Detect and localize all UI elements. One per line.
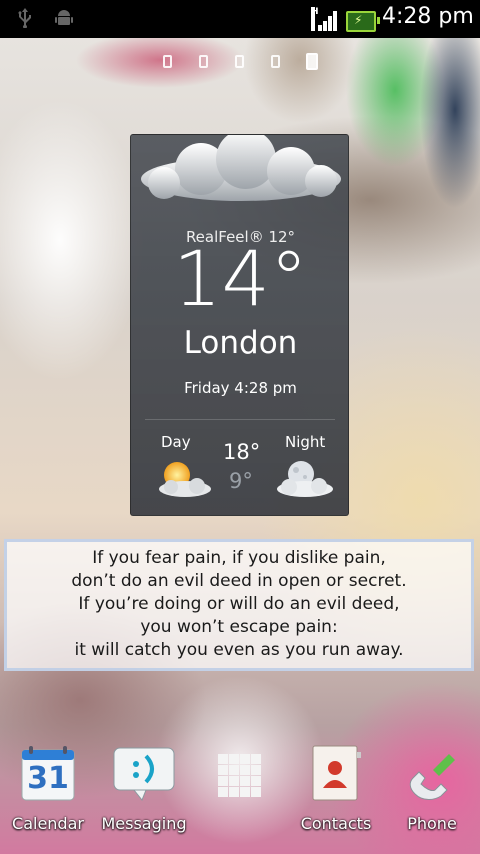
night-label: Night (285, 433, 326, 451)
contacts-label: Contacts (300, 814, 372, 833)
messaging-icon (112, 744, 176, 802)
quote-line: If you’re doing or will do an evil deed, (78, 594, 400, 614)
quote-line: it will catch you even as you run away. (74, 640, 404, 660)
current-temperature: 14° (173, 234, 308, 323)
page-dot-active (306, 53, 318, 70)
day-time: Friday 4:28 pm (184, 379, 297, 397)
moon-cloud-icon (277, 461, 333, 497)
cloud-icon (141, 135, 341, 201)
page-dot (199, 55, 208, 68)
weather-widget[interactable]: RealFeel® 12° 14° London Friday 4:28 pm … (130, 134, 349, 516)
page-dot (235, 55, 244, 68)
app-grid-icon (218, 754, 262, 798)
contacts-shortcut[interactable]: Contacts (288, 744, 384, 833)
status-clock: 4:28 pm (382, 4, 474, 29)
phone-icon (403, 744, 461, 802)
messaging-label: Messaging (101, 814, 187, 833)
quote-line: you won’t escape pain: (140, 617, 338, 637)
dock: 31 Calendar Messaging Contacts Phone (0, 738, 480, 854)
quote-line: don’t do an evil deed in open or secret. (71, 571, 407, 591)
status-bar[interactable]: H ⚡ 4:28 pm (0, 0, 480, 38)
app-drawer-button[interactable] (192, 754, 288, 798)
high-temperature: 18° (223, 440, 261, 464)
messaging-shortcut[interactable]: Messaging (96, 744, 192, 833)
low-temperature: 9° (229, 469, 253, 493)
divider (145, 419, 335, 420)
page-dot (163, 55, 172, 68)
signal-h-icon: H (311, 7, 338, 31)
calendar-icon: 31 (19, 744, 77, 802)
contacts-icon (307, 744, 365, 802)
page-dot (271, 55, 280, 68)
android-debug-icon (54, 8, 74, 33)
calendar-date: 31 (27, 761, 69, 796)
phone-label: Phone (407, 814, 457, 833)
battery-charging-icon: ⚡ (346, 11, 380, 32)
phone-shortcut[interactable]: Phone (384, 744, 480, 833)
quote-line: If you fear pain, if you dislike pain, (92, 548, 386, 568)
day-label: Day (161, 433, 191, 451)
city-name: London (183, 325, 298, 361)
calendar-shortcut[interactable]: 31 Calendar (0, 744, 96, 833)
page-indicator (0, 53, 480, 71)
usb-icon (18, 8, 32, 33)
quote-widget[interactable]: If you fear pain, if you dislike pain, d… (4, 539, 474, 671)
sun-cloud-icon (159, 462, 211, 497)
calendar-label: Calendar (12, 814, 84, 833)
